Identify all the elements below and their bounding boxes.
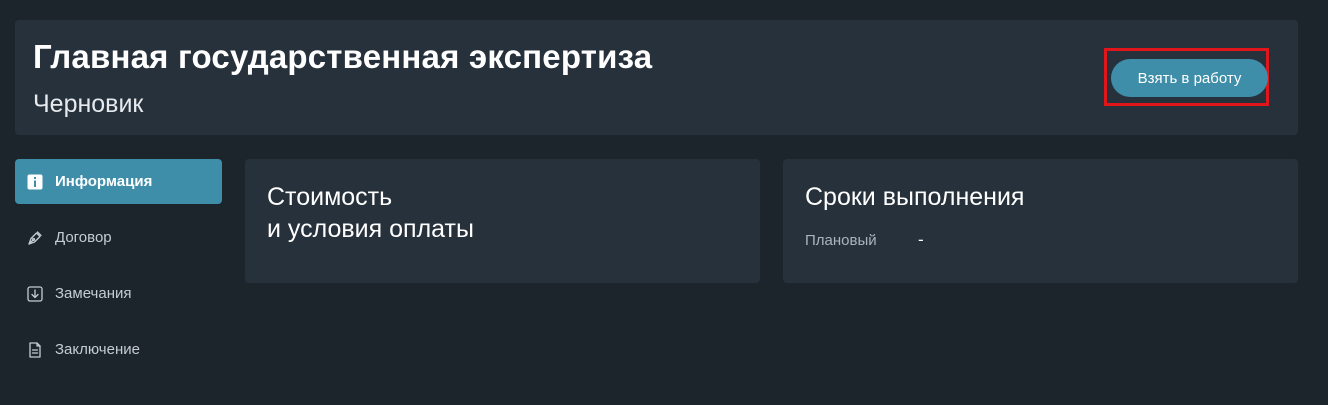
page-title: Главная государственная экспертиза: [33, 38, 653, 75]
sidebar-item-remarks[interactable]: Замечания: [15, 271, 222, 316]
payment-card: Стоимость и условия оплаты: [245, 159, 760, 283]
deadlines-card-title: Сроки выполнения: [805, 183, 1025, 211]
sidebar-item-label: Заключение: [55, 341, 140, 358]
pen-icon: [27, 230, 43, 246]
payment-title-line2: и условия оплаты: [267, 215, 474, 243]
sidebar-item-conclusion[interactable]: Заключение: [15, 327, 222, 372]
planned-value: -: [918, 230, 924, 249]
status-subtitle: Черновик: [33, 90, 144, 118]
sidebar-item-label: Замечания: [55, 285, 132, 302]
sidebar-item-contract[interactable]: Договор: [15, 215, 222, 260]
deadlines-card: Сроки выполнения Плановый -: [783, 159, 1298, 283]
download-box-icon: [27, 285, 43, 302]
document-icon: [27, 341, 43, 358]
payment-card-title: Стоимость и условия оплаты: [267, 181, 474, 245]
payment-title-line1: Стоимость: [267, 183, 393, 211]
info-icon: [27, 174, 43, 190]
planned-label: Плановый: [805, 232, 877, 249]
take-to-work-button[interactable]: Взять в работу: [1111, 59, 1268, 97]
page-header: Главная государственная экспертиза Черно…: [15, 20, 1298, 135]
sidebar-item-label: Информация: [55, 173, 153, 190]
sidebar-item-information[interactable]: Информация: [15, 159, 222, 204]
sidebar-item-label: Договор: [55, 229, 112, 246]
